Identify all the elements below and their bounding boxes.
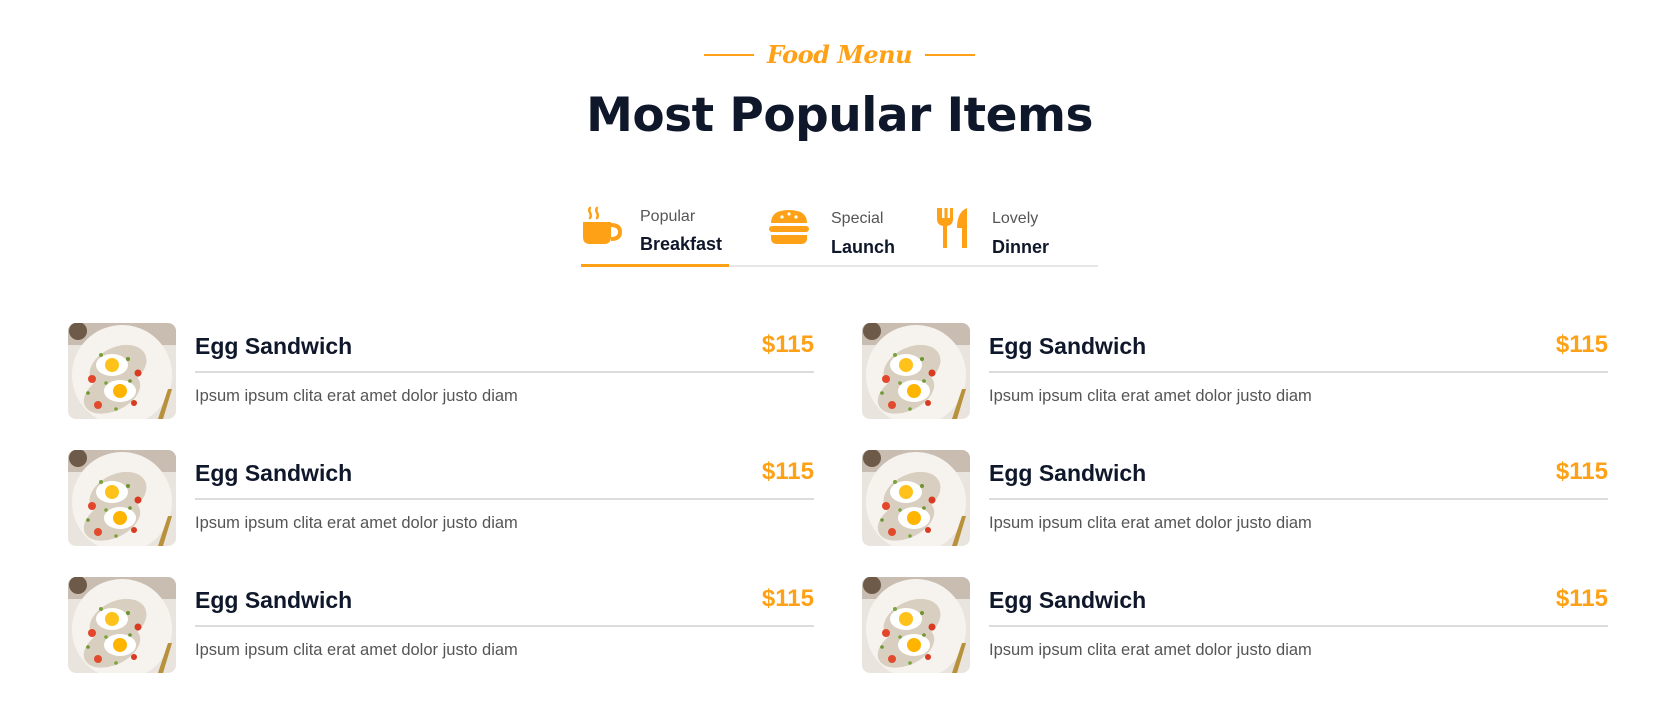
food-menu-section: Food Menu Most Popular Items Popular Bre… — [0, 0, 1679, 715]
dish-name: Egg Sandwich — [989, 333, 1147, 359]
subtitle-text: Food Menu — [766, 40, 913, 69]
tab-launch-label: Launch — [831, 237, 896, 257]
item-divider — [195, 371, 814, 373]
dish-price: $115 — [1555, 585, 1608, 612]
dish-name: Egg Sandwich — [195, 333, 353, 359]
dish-description: Ipsum ipsum clita erat amet dolor justo … — [195, 641, 518, 659]
dish-price: $115 — [1555, 331, 1608, 358]
section-subtitle: Food Menu — [0, 40, 1679, 69]
dish-name: Egg Sandwich — [989, 460, 1147, 486]
menu-item[interactable]: Egg Sandwich $115 Ipsum ipsum clita erat… — [862, 577, 1608, 673]
dish-description: Ipsum ipsum clita erat amet dolor justo … — [195, 387, 518, 405]
tab-dinner-caption: Lovely — [992, 210, 1039, 227]
dish-name: Egg Sandwich — [195, 587, 353, 613]
subtitle-divider-left — [703, 53, 754, 56]
item-divider — [989, 498, 1608, 500]
tab-dinner-label: Dinner — [992, 237, 1050, 257]
menu-item[interactable]: Egg Sandwich $115 Ipsum ipsum clita erat… — [68, 323, 814, 419]
dish-price: $115 — [761, 585, 814, 612]
tab-breakfast-caption: Popular — [640, 208, 696, 225]
menu-item[interactable]: Egg Sandwich $115 Ipsum ipsum clita erat… — [68, 577, 814, 673]
tab-launch[interactable]: Special Launch — [768, 204, 908, 267]
dish-image — [862, 450, 970, 546]
dish-price: $115 — [761, 458, 814, 485]
item-divider — [195, 498, 814, 500]
menu-item[interactable]: Egg Sandwich $115 Ipsum ipsum clita erat… — [862, 323, 1608, 419]
subtitle-divider-right — [925, 53, 976, 56]
dish-image — [862, 323, 970, 419]
dish-name: Egg Sandwich — [989, 587, 1147, 613]
item-divider — [989, 371, 1608, 373]
hamburger-icon — [768, 206, 812, 253]
dish-image — [68, 577, 176, 673]
dish-price: $115 — [761, 331, 814, 358]
dish-image — [68, 450, 176, 546]
dish-description: Ipsum ipsum clita erat amet dolor justo … — [195, 514, 518, 532]
dish-image — [862, 577, 970, 673]
menu-tabs: Popular Breakfast Special Launch Lovely … — [581, 204, 1098, 267]
dish-description: Ipsum ipsum clita erat amet dolor justo … — [989, 387, 1312, 405]
tab-breakfast-label: Breakfast — [640, 234, 723, 254]
item-divider — [195, 625, 814, 627]
dish-description: Ipsum ipsum clita erat amet dolor justo … — [989, 514, 1312, 532]
coffee-icon — [581, 206, 623, 253]
menu-item[interactable]: Egg Sandwich $115 Ipsum ipsum clita erat… — [862, 450, 1608, 546]
utensils-icon — [934, 206, 972, 255]
item-divider — [989, 625, 1608, 627]
page-title: Most Popular Items — [586, 88, 1093, 143]
dish-image — [68, 323, 176, 419]
dish-description: Ipsum ipsum clita erat amet dolor justo … — [989, 641, 1312, 659]
menu-item[interactable]: Egg Sandwich $115 Ipsum ipsum clita erat… — [68, 450, 814, 546]
dish-price: $115 — [1555, 458, 1608, 485]
tab-breakfast[interactable]: Popular Breakfast — [581, 204, 729, 267]
dish-name: Egg Sandwich — [195, 460, 353, 486]
tab-dinner[interactable]: Lovely Dinner — [934, 204, 1074, 267]
tab-launch-caption: Special — [831, 210, 884, 227]
